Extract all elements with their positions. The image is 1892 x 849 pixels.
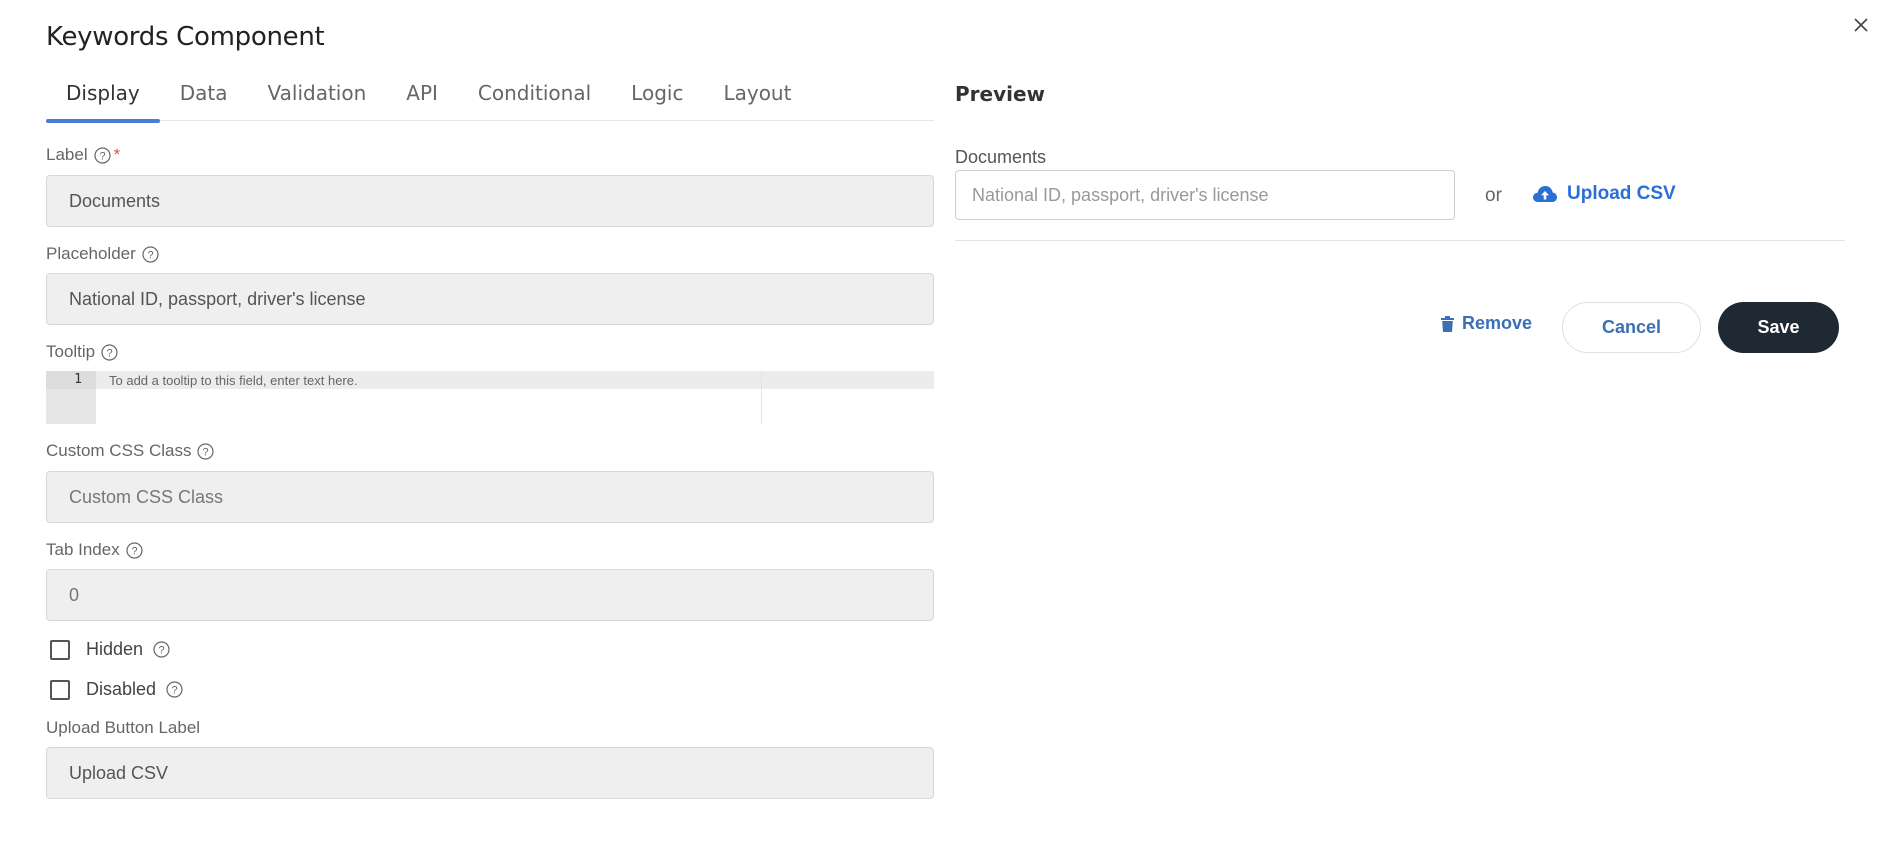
- dialog-title: Keywords Component: [46, 22, 325, 52]
- custom-css-label-text: Custom CSS Class: [46, 441, 192, 460]
- tab-layout[interactable]: Layout: [703, 76, 811, 121]
- cancel-button[interactable]: Cancel: [1562, 302, 1701, 353]
- tab-index-field-label: Tab Index ?: [46, 540, 143, 560]
- custom-css-field-label: Custom CSS Class ?: [46, 441, 215, 461]
- remove-label: Remove: [1462, 313, 1533, 333]
- tab-display[interactable]: Display: [46, 76, 160, 123]
- tab-api[interactable]: API: [386, 76, 458, 121]
- preview-title: Preview: [955, 82, 1046, 106]
- upload-csv-label: Upload CSV: [1567, 183, 1676, 204]
- save-button[interactable]: Save: [1718, 302, 1839, 353]
- editor-placeholder: To add a tooltip to this field, enter te…: [109, 373, 358, 388]
- help-icon[interactable]: ?: [126, 541, 143, 559]
- remove-button[interactable]: Remove: [1441, 313, 1532, 334]
- label-field-label: Label ? *: [46, 145, 120, 165]
- tab-conditional[interactable]: Conditional: [458, 76, 611, 121]
- svg-text:?: ?: [171, 685, 177, 697]
- preview-keywords-input[interactable]: National ID, passport, driver's license: [955, 170, 1455, 220]
- placeholder-label-text: Placeholder: [46, 244, 136, 263]
- tooltip-editor[interactable]: 1 To add a tooltip to this field, enter …: [46, 371, 934, 424]
- trash-icon: [1441, 315, 1454, 332]
- tooltip-label-text: Tooltip: [46, 342, 96, 361]
- help-icon[interactable]: ?: [166, 681, 183, 698]
- editor-print-margin: [761, 371, 762, 424]
- tab-bar: Display Data Validation API Conditional …: [46, 76, 934, 123]
- close-icon: [1854, 18, 1868, 32]
- preview-field-label: Documents: [955, 147, 1047, 167]
- tab-index-input[interactable]: 0: [46, 569, 934, 621]
- upload-csv-button[interactable]: Upload CSV: [1532, 183, 1676, 205]
- placeholder-field-label: Placeholder ?: [46, 244, 159, 264]
- svg-text:?: ?: [107, 347, 113, 359]
- hidden-checkbox-row: Hidden ?: [50, 639, 170, 660]
- help-icon[interactable]: ?: [101, 343, 118, 361]
- upload-button-field-label: Upload Button Label: [46, 718, 200, 738]
- tab-index-label-text: Tab Index: [46, 540, 120, 559]
- help-icon[interactable]: ?: [94, 146, 111, 164]
- cloud-upload-icon: [1533, 186, 1557, 202]
- hidden-checkbox[interactable]: [50, 639, 70, 660]
- close-button[interactable]: [1848, 12, 1874, 38]
- editor-line-number: 1: [74, 372, 82, 387]
- disabled-checkbox[interactable]: [50, 679, 70, 700]
- upload-button-label-input[interactable]: Upload CSV: [46, 747, 934, 799]
- disabled-label: Disabled: [86, 679, 157, 699]
- help-icon[interactable]: ?: [142, 245, 159, 263]
- required-mark: *: [113, 145, 121, 164]
- disabled-checkbox-row: Disabled ?: [50, 679, 183, 700]
- svg-text:?: ?: [99, 150, 105, 162]
- label-input[interactable]: Documents: [46, 175, 934, 227]
- svg-text:?: ?: [203, 446, 209, 458]
- svg-text:?: ?: [158, 645, 164, 657]
- upload-button-label-text: Upload Button Label: [46, 718, 201, 737]
- hidden-label: Hidden: [86, 639, 144, 659]
- preview-or-text: or: [1485, 185, 1502, 206]
- tab-data[interactable]: Data: [160, 76, 248, 121]
- tooltip-field-label: Tooltip ?: [46, 342, 118, 362]
- label-label-text: Label: [46, 145, 88, 164]
- help-icon[interactable]: ?: [153, 641, 170, 658]
- placeholder-input[interactable]: National ID, passport, driver's license: [46, 273, 934, 325]
- tab-logic[interactable]: Logic: [611, 76, 703, 121]
- preview-divider: [955, 240, 1845, 241]
- help-icon[interactable]: ?: [197, 442, 215, 460]
- custom-css-input[interactable]: Custom CSS Class: [46, 471, 934, 523]
- svg-text:?: ?: [147, 249, 153, 261]
- tab-validation[interactable]: Validation: [248, 76, 387, 121]
- svg-text:?: ?: [131, 545, 137, 557]
